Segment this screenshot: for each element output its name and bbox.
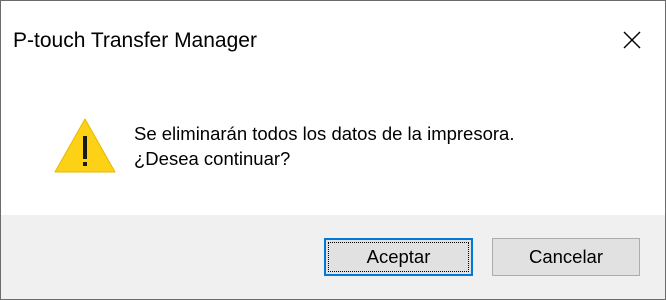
message-line-2: ¿Desea continuar? [134, 148, 291, 169]
button-bar: Aceptar Cancelar [1, 215, 665, 299]
accept-button[interactable]: Aceptar [324, 238, 473, 276]
cancel-button[interactable]: Cancelar [492, 238, 640, 276]
message-line-1: Se eliminarán todos los datos de la impr… [134, 123, 515, 144]
accept-button-label: Aceptar [366, 246, 431, 267]
dialog-message: Se eliminarán todos los datos de la impr… [134, 121, 514, 171]
warning-icon [52, 116, 118, 176]
dialog-content: Se eliminarán todos los datos de la impr… [1, 81, 665, 215]
message-dialog: P-touch Transfer Manager Se eliminarán t… [0, 0, 666, 300]
cancel-button-label: Cancelar [528, 246, 604, 267]
close-button[interactable] [599, 1, 665, 79]
close-icon [622, 30, 642, 50]
dialog-title: P-touch Transfer Manager [13, 29, 257, 52]
title-bar: P-touch Transfer Manager [1, 1, 665, 81]
